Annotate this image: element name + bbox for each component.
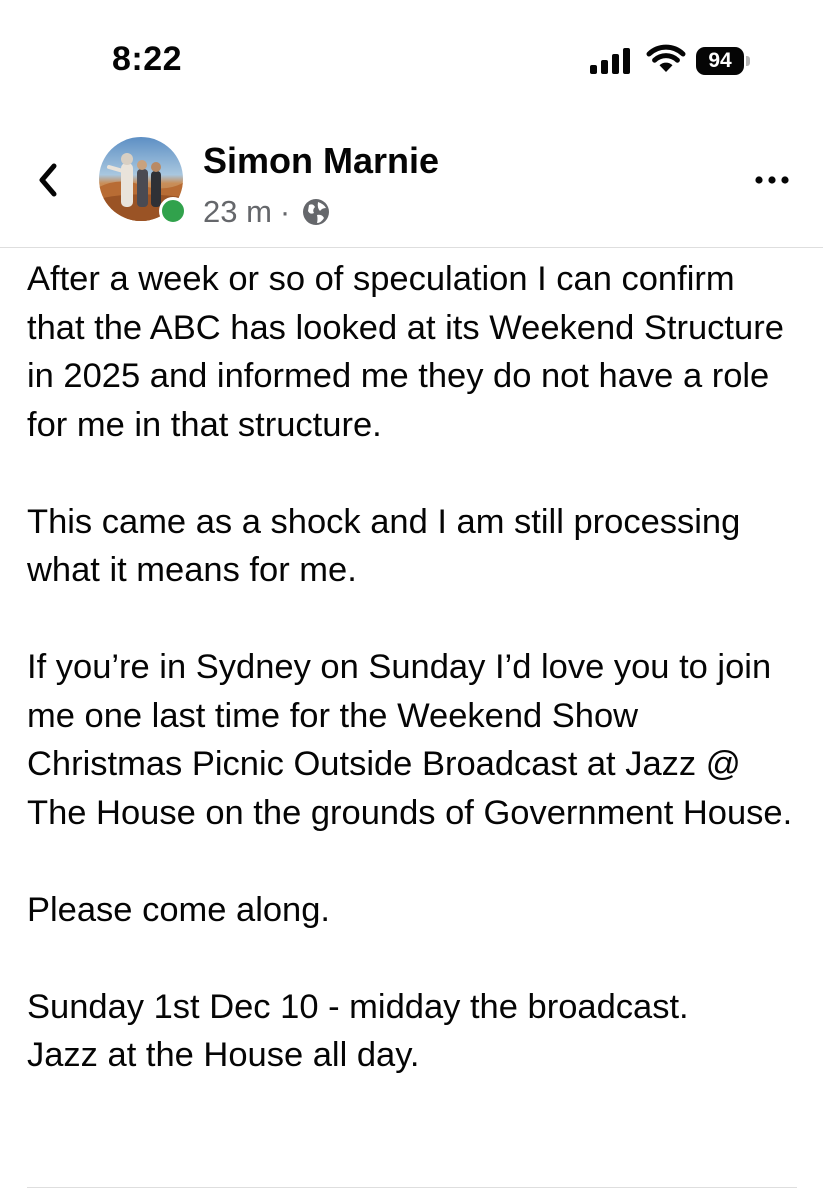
back-button[interactable] bbox=[32, 158, 66, 202]
more-options-button[interactable] bbox=[752, 170, 792, 190]
post-timestamp[interactable]: 23 m bbox=[203, 194, 272, 230]
post-paragraph: If you’re in Sydney on Sunday I’d love y… bbox=[27, 648, 793, 832]
battery-icon: 94 bbox=[696, 47, 750, 75]
signal-icon bbox=[590, 48, 630, 74]
online-status-dot bbox=[159, 197, 187, 225]
battery-level: 94 bbox=[696, 47, 744, 75]
globe-icon[interactable] bbox=[300, 196, 332, 228]
status-bar: 8:22 94 bbox=[0, 0, 823, 110]
battery-cap bbox=[746, 56, 750, 66]
post-paragraph: Sunday 1st Dec 10 - midday the broadcast… bbox=[27, 987, 689, 1075]
status-time: 8:22 bbox=[112, 40, 183, 78]
post-paragraph: This came as a shock and I am still proc… bbox=[27, 502, 741, 590]
post-body: After a week or so of speculation I can … bbox=[27, 255, 797, 1080]
wifi-icon bbox=[646, 44, 686, 72]
post-paragraph: Please come along. bbox=[27, 890, 331, 929]
post-header: Simon Marnie 23 m · bbox=[0, 120, 823, 248]
post-paragraph: After a week or so of speculation I can … bbox=[27, 260, 784, 444]
post-meta: 23 m · bbox=[203, 192, 332, 232]
author-name[interactable]: Simon Marnie bbox=[203, 140, 439, 182]
divider bbox=[27, 1187, 797, 1188]
meta-separator: · bbox=[279, 194, 291, 229]
